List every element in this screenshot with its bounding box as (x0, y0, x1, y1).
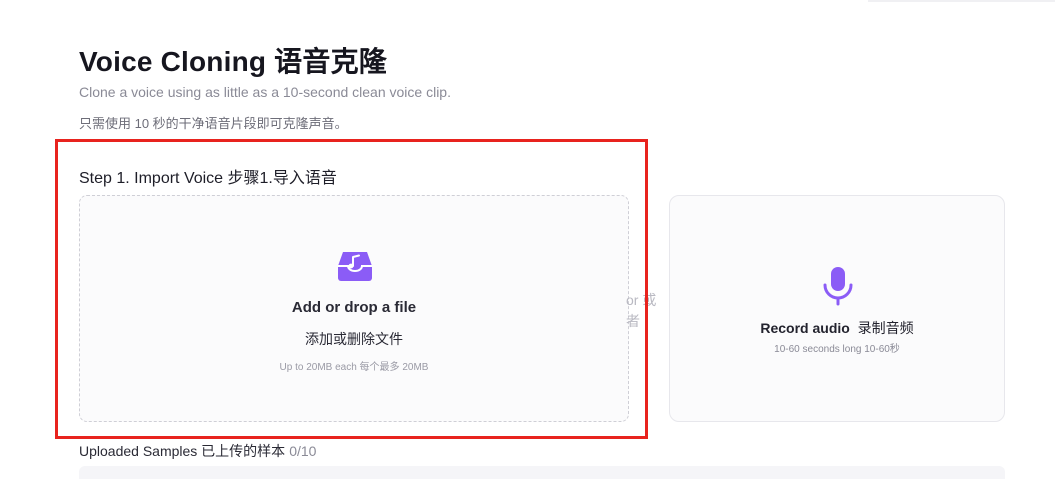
highlight-annotation-box (55, 139, 648, 439)
page-subtitle-zh: 只需使用 10 秒的干净语音片段即可克隆声音。 (79, 116, 348, 131)
microphone-icon (823, 267, 853, 306)
uploaded-samples-label: Uploaded Samples 已上传的样本 0/10 (79, 441, 316, 461)
record-duration-hint: 10-60 seconds long 10-60秒 (774, 344, 900, 355)
record-title: Record audio 录制音频 (670, 318, 1004, 338)
record-audio-button[interactable]: Record audio 录制音频 10-60 seconds long 10-… (669, 195, 1005, 422)
samples-label-text: Uploaded Samples 已上传的样本 (79, 443, 286, 459)
record-title-en: Record audio (760, 320, 850, 336)
top-divider (868, 0, 1055, 2)
page-title: Voice Cloning 语音克隆 (79, 46, 387, 77)
record-title-zh: 录制音频 (857, 320, 914, 336)
page-subtitle: Clone a voice using as little as a 10-se… (79, 84, 451, 100)
samples-count: 0/10 (289, 443, 317, 459)
samples-list-area (79, 466, 1005, 479)
